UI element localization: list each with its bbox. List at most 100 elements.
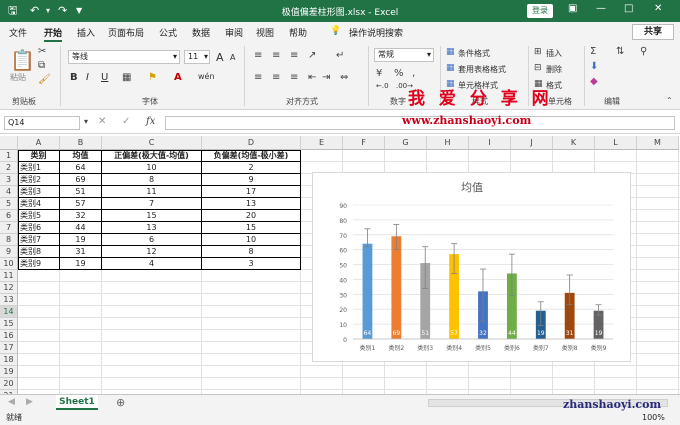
table-cell[interactable]: 类别6 <box>18 222 60 234</box>
row-header[interactable]: 5 <box>0 198 18 210</box>
comma-style-icon[interactable]: , <box>412 68 415 79</box>
increase-decimal-icon[interactable]: ←.0 <box>376 82 389 90</box>
table-cell[interactable]: 7 <box>102 198 202 210</box>
table-cell[interactable]: 3 <box>202 258 301 270</box>
conditional-format-icon[interactable]: ▦ <box>446 47 455 57</box>
insert-cells-button[interactable]: 插入 <box>546 48 562 59</box>
delete-cells-button[interactable]: 删除 <box>546 64 562 75</box>
row-header[interactable]: 12 <box>0 282 18 294</box>
align-center-icon[interactable]: ≡ <box>272 72 280 83</box>
find-select-icon[interactable]: ⚲ <box>640 46 647 57</box>
row-header[interactable]: 4 <box>0 186 18 198</box>
paste-icon[interactable]: 📋 <box>10 48 35 72</box>
column-header[interactable]: I <box>469 136 511 150</box>
column-header[interactable]: M <box>637 136 679 150</box>
column-header[interactable]: L <box>595 136 637 150</box>
row-header[interactable]: 10 <box>0 258 18 270</box>
row-header[interactable]: 14 <box>0 306 18 318</box>
collapse-ribbon-icon[interactable]: ⌃ <box>666 96 673 105</box>
table-cell[interactable]: 9 <box>202 174 301 186</box>
column-header[interactable]: K <box>553 136 595 150</box>
percent-icon[interactable]: % <box>394 68 404 79</box>
column-header[interactable]: F <box>343 136 385 150</box>
tab-review[interactable]: 审阅 <box>225 26 243 39</box>
table-cell[interactable]: 8 <box>202 246 301 258</box>
table-cell[interactable]: 17 <box>202 186 301 198</box>
table-cell[interactable]: 57 <box>60 198 102 210</box>
table-cell[interactable]: 69 <box>60 174 102 186</box>
table-cell[interactable]: 32 <box>60 210 102 222</box>
enter-icon[interactable]: ✓ <box>122 116 130 127</box>
row-header[interactable]: 20 <box>0 378 18 390</box>
align-left-icon[interactable]: ≡ <box>254 72 262 83</box>
increase-font-button[interactable]: A <box>216 51 224 64</box>
row-header[interactable]: 6 <box>0 210 18 222</box>
table-header-cell[interactable]: 均值 <box>60 150 102 162</box>
table-cell[interactable]: 12 <box>102 246 202 258</box>
format-as-table-button[interactable]: 套用表格格式 <box>458 64 506 75</box>
delete-cells-icon[interactable]: ⊟ <box>534 63 542 73</box>
row-header[interactable]: 8 <box>0 234 18 246</box>
table-cell[interactable]: 20 <box>202 210 301 222</box>
table-header-cell[interactable]: 正偏差(极大值-均值) <box>102 150 202 162</box>
copy-icon[interactable]: ⧉ <box>38 60 45 71</box>
insert-function-icon[interactable]: fx <box>146 116 155 127</box>
table-cell[interactable]: 11 <box>102 186 202 198</box>
table-header-cell[interactable]: 类别 <box>18 150 60 162</box>
table-header-cell[interactable]: 负偏差(均值-极小差) <box>202 150 301 162</box>
row-header[interactable]: 15 <box>0 318 18 330</box>
column-header[interactable]: J <box>511 136 553 150</box>
row-header[interactable]: 19 <box>0 366 18 378</box>
column-header[interactable]: C <box>102 136 202 150</box>
autosum-icon[interactable]: Σ <box>590 46 596 57</box>
font-size-select[interactable]: 11 ▾ <box>184 50 210 64</box>
align-top-icon[interactable]: ≡ <box>254 50 262 61</box>
increase-indent-icon[interactable]: ⇥ <box>322 72 330 83</box>
insert-cells-icon[interactable]: ⊞ <box>534 47 542 57</box>
name-box-dropdown-icon[interactable]: ▾ <box>84 117 88 126</box>
borders-icon[interactable]: ▦ <box>122 72 131 83</box>
tab-formulas[interactable]: 公式 <box>159 26 177 39</box>
table-cell[interactable]: 10 <box>202 234 301 246</box>
sheet-tab[interactable]: Sheet1 <box>56 395 98 410</box>
format-painter-icon[interactable]: 🖌 <box>38 74 51 85</box>
row-header[interactable]: 11 <box>0 270 18 282</box>
cut-icon[interactable]: ✂ <box>38 46 46 57</box>
table-cell[interactable]: 类别9 <box>18 258 60 270</box>
bold-button[interactable]: B <box>70 72 78 83</box>
scroll-right-icon[interactable]: ▶ <box>26 397 33 407</box>
row-header[interactable]: 9 <box>0 246 18 258</box>
table-cell[interactable]: 51 <box>60 186 102 198</box>
fill-icon[interactable]: ⬇ <box>590 61 598 72</box>
table-cell[interactable]: 类别4 <box>18 198 60 210</box>
table-cell[interactable]: 19 <box>60 234 102 246</box>
table-cell[interactable]: 类别8 <box>18 246 60 258</box>
align-bottom-icon[interactable]: ≡ <box>290 50 298 61</box>
row-header[interactable]: 13 <box>0 294 18 306</box>
scroll-left-icon[interactable]: ◀ <box>8 397 15 407</box>
column-header[interactable]: G <box>385 136 427 150</box>
tell-me-search[interactable]: 操作说明搜索 <box>349 26 403 39</box>
column-header[interactable]: B <box>60 136 102 150</box>
font-name-select[interactable]: 等线 ▾ <box>68 50 180 64</box>
underline-button[interactable]: U <box>101 72 108 83</box>
row-header[interactable]: 3 <box>0 174 18 186</box>
minimize-icon[interactable]: — <box>596 3 606 14</box>
select-all-corner[interactable] <box>0 136 18 150</box>
table-cell[interactable]: 13 <box>102 222 202 234</box>
cancel-icon[interactable]: ✕ <box>98 116 106 127</box>
ribbon-display-icon[interactable]: ▣ <box>568 3 577 14</box>
align-middle-icon[interactable]: ≡ <box>272 50 280 61</box>
maximize-icon[interactable]: □ <box>624 3 633 14</box>
close-icon[interactable]: ✕ <box>654 3 662 14</box>
table-cell[interactable]: 类别5 <box>18 210 60 222</box>
share-button[interactable]: 共享 <box>632 24 674 40</box>
number-format-select[interactable]: 常规 ▾ <box>374 48 434 62</box>
row-header[interactable]: 2 <box>0 162 18 174</box>
tab-home[interactable]: 开始 <box>44 26 63 42</box>
align-right-icon[interactable]: ≡ <box>290 72 298 83</box>
tab-view[interactable]: 视图 <box>256 26 274 39</box>
column-header[interactable]: H <box>427 136 469 150</box>
row-header[interactable]: 1 <box>0 150 18 162</box>
name-box[interactable]: Q14 <box>4 116 80 130</box>
